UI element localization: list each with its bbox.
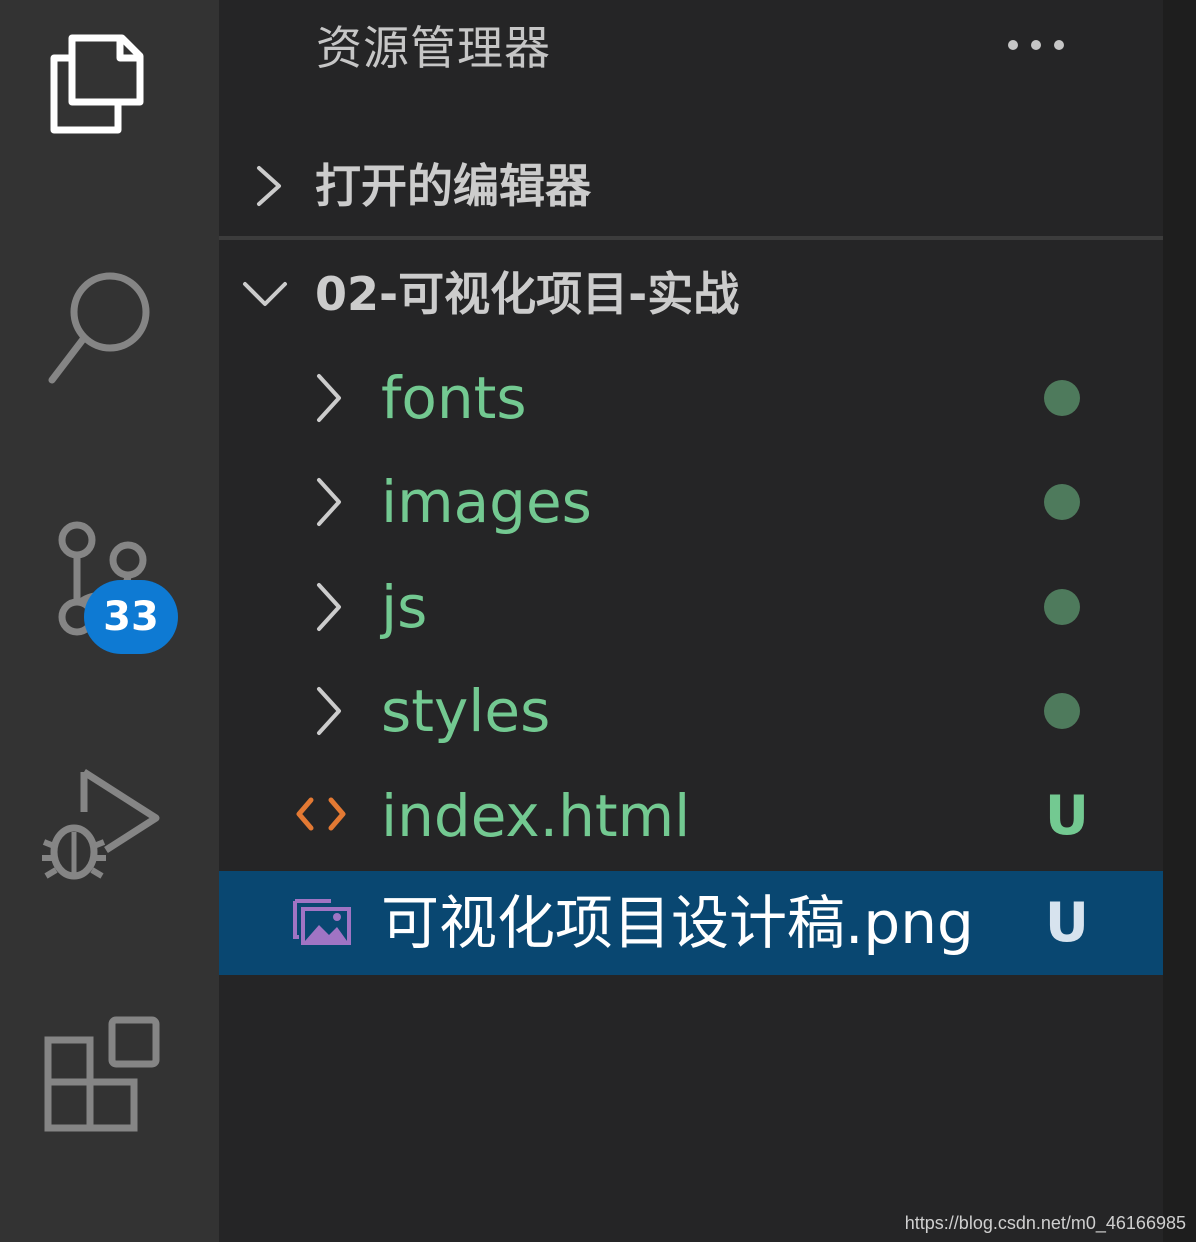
source-control-badge: 33 bbox=[84, 580, 178, 654]
modified-dot-icon bbox=[1044, 380, 1080, 416]
tree-item-label: index.html bbox=[381, 782, 691, 850]
chevron-right-icon bbox=[311, 346, 351, 454]
watermark: https://blog.csdn.net/m0_46166985 bbox=[904, 1213, 1186, 1233]
modified-dot-icon bbox=[1044, 693, 1080, 729]
modified-dot-icon bbox=[1044, 484, 1080, 520]
file-row-design-png[interactable]: 可视化项目设计稿.png U bbox=[219, 871, 1163, 975]
file-row-index-html[interactable]: index.html U bbox=[219, 764, 1163, 868]
tree-item-label: 可视化项目设计稿.png bbox=[381, 889, 974, 957]
tree-item-label: styles bbox=[381, 677, 551, 745]
html-file-icon bbox=[291, 764, 351, 872]
folder-row-images[interactable]: images bbox=[219, 450, 1163, 554]
search-icon[interactable] bbox=[40, 262, 170, 392]
activity-bar: 33 bbox=[0, 0, 219, 1242]
tree-item-label: js bbox=[381, 573, 428, 641]
section-divider bbox=[219, 236, 1163, 240]
files-icon[interactable] bbox=[40, 20, 160, 140]
image-file-icon bbox=[291, 871, 355, 979]
modified-dot-icon bbox=[1044, 589, 1080, 625]
tree-item-label: images bbox=[381, 468, 592, 536]
untracked-status-badge: U bbox=[1045, 891, 1089, 954]
workspace-label: 02-可视化项目-实战 bbox=[315, 267, 740, 321]
editor-area-edge bbox=[1163, 0, 1196, 1242]
open-editors-header[interactable]: 打开的编辑器 bbox=[219, 138, 1163, 234]
chevron-right-icon bbox=[311, 659, 351, 767]
chevron-right-icon bbox=[311, 450, 351, 558]
chevron-down-icon bbox=[241, 246, 301, 346]
folder-row-fonts[interactable]: fonts bbox=[219, 346, 1163, 450]
explorer-title: 资源管理器 bbox=[316, 21, 551, 75]
tree-item-label: fonts bbox=[381, 364, 527, 432]
untracked-status-badge: U bbox=[1045, 784, 1089, 847]
explorer-sidebar: 资源管理器 打开的编辑器 02-可视化项目-实战 fonts images js… bbox=[219, 0, 1163, 1242]
folder-row-js[interactable]: js bbox=[219, 555, 1163, 659]
open-editors-label: 打开的编辑器 bbox=[315, 159, 591, 213]
workspace-header[interactable]: 02-可视化项目-实战 bbox=[219, 246, 1163, 342]
extensions-icon[interactable] bbox=[38, 1010, 168, 1140]
ellipsis-icon[interactable] bbox=[1003, 20, 1073, 70]
run-debug-icon[interactable] bbox=[38, 762, 168, 892]
folder-row-styles[interactable]: styles bbox=[219, 659, 1163, 763]
chevron-right-icon bbox=[311, 555, 351, 663]
chevron-right-icon bbox=[241, 138, 301, 238]
